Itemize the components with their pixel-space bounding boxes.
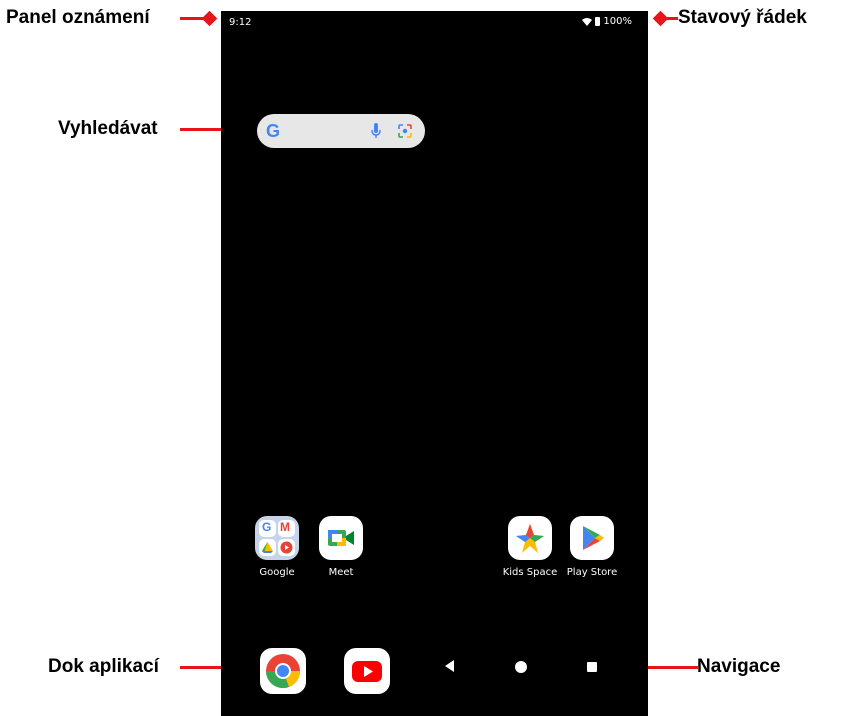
home-screen: 9:12 100% G G M Google Meet Kids Space P… — [221, 11, 648, 716]
clock: 9:12 — [229, 17, 252, 28]
app-label: Google — [259, 567, 295, 578]
app-kids-space[interactable]: Kids Space — [500, 516, 560, 578]
callout-marker — [652, 10, 669, 27]
dock-chrome-icon[interactable] — [260, 648, 306, 694]
callout-app-dock: Dok aplikací — [48, 656, 159, 677]
callout-notification-panel: Panel oznámení — [6, 7, 150, 28]
app-label: Play Store — [566, 567, 618, 578]
app-google-folder[interactable]: G M Google — [247, 516, 307, 578]
app-play-store[interactable]: Play Store — [562, 516, 622, 578]
callout-marker — [201, 10, 218, 27]
app-meet[interactable]: Meet — [311, 516, 371, 578]
battery-level: 100% — [603, 16, 632, 27]
app-label: Kids Space — [502, 567, 558, 578]
google-g-icon: G — [266, 121, 281, 141]
callout-search: Vyhledávat — [58, 118, 158, 139]
callout-status-bar: Stavový řádek — [678, 7, 807, 28]
status-icons: 100% — [582, 16, 632, 27]
home-button[interactable] — [514, 660, 528, 674]
lens-icon[interactable] — [398, 124, 412, 138]
status-bar[interactable]: 9:12 100% — [221, 11, 648, 35]
meet-icon — [319, 516, 363, 560]
mic-icon[interactable] — [371, 123, 381, 139]
play-store-icon — [570, 516, 614, 560]
app-label: Meet — [328, 567, 354, 578]
wifi-icon — [582, 17, 593, 26]
recents-button[interactable] — [586, 661, 598, 673]
google-folder-icon: G M — [255, 516, 299, 560]
search-bar[interactable]: G — [257, 114, 425, 148]
back-button[interactable] — [443, 659, 455, 673]
battery-icon — [595, 17, 601, 26]
kids-space-icon — [508, 516, 552, 560]
callout-navigation: Navigace — [697, 656, 781, 677]
dock-youtube-icon[interactable] — [344, 648, 390, 694]
